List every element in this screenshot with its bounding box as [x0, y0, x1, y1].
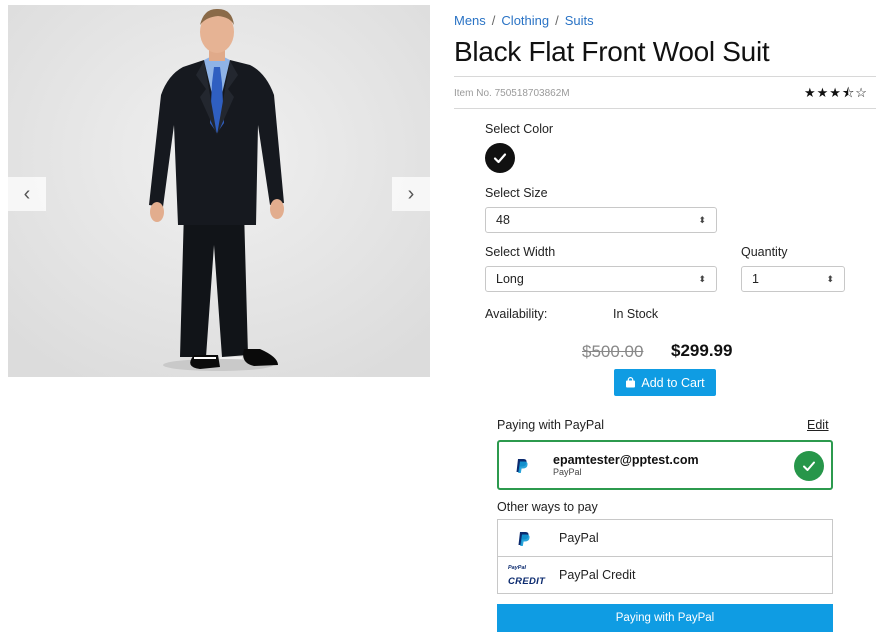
product-photo — [8, 5, 430, 377]
add-to-cart-button[interactable]: Add to Cart — [614, 369, 716, 396]
product-gallery: ‹ › — [8, 5, 430, 377]
pay-option-label: PayPal — [559, 531, 599, 545]
account-email: epamtester@pptest.com — [553, 453, 699, 467]
paying-with-paypal-label: Paying with PayPal — [615, 612, 715, 624]
check-icon — [493, 153, 507, 164]
color-swatch-black[interactable] — [485, 143, 515, 173]
account-method: PayPal — [553, 467, 582, 477]
paying-with-paypal-button[interactable]: Paying with PayPal — [497, 604, 833, 632]
pay-option-paypal[interactable]: PayPal — [497, 519, 833, 557]
item-number: Item No. 750518703862M — [454, 88, 570, 99]
shopping-bag-icon — [626, 377, 636, 388]
gallery-prev-button[interactable]: ‹ — [8, 177, 46, 211]
breadcrumb: Mens / Clothing / Suits — [454, 13, 594, 28]
other-ways-heading: Other ways to pay — [497, 500, 598, 514]
divider — [454, 108, 876, 109]
paying-with-heading: Paying with PayPal — [497, 418, 605, 432]
credit-logo-small: PayPal — [508, 565, 527, 571]
breadcrumb-link-suits[interactable]: Suits — [565, 13, 594, 28]
star-rating[interactable]: ★★★⯪☆ — [804, 84, 868, 106]
quantity-select-value: 1 — [752, 272, 759, 286]
quantity-label: Quantity — [741, 245, 788, 259]
paypal-logo-icon — [518, 532, 530, 546]
paypal-logo-icon — [516, 459, 528, 473]
credit-logo-big: CREDIT — [508, 575, 546, 587]
size-select-value: 48 — [496, 213, 510, 227]
breadcrumb-link-clothing[interactable]: Clothing — [501, 13, 549, 28]
product-title: Black Flat Front Wool Suit — [454, 36, 770, 67]
gallery-pagination — [194, 357, 242, 359]
select-color-label: Select Color — [485, 122, 554, 136]
divider — [454, 76, 876, 77]
select-arrows-icon: ⬍ — [698, 273, 706, 284]
original-price: $500.00 — [582, 342, 644, 361]
check-icon — [803, 461, 815, 471]
gallery-dot[interactable] — [194, 357, 216, 359]
sale-price: $299.99 — [671, 341, 733, 360]
add-to-cart-label: Add to Cart — [641, 375, 705, 390]
select-size-label: Select Size — [485, 186, 548, 200]
chevron-right-icon: › — [407, 182, 415, 205]
availability-label: Availability: — [485, 307, 548, 321]
breadcrumb-link-mens[interactable]: Mens — [454, 13, 486, 28]
breadcrumb-separator: / — [491, 13, 496, 28]
size-select[interactable]: 48 ⬍ — [485, 207, 717, 233]
quantity-select[interactable]: 1 ⬍ — [741, 266, 845, 292]
availability-value: In Stock — [613, 307, 659, 321]
chevron-left-icon: ‹ — [23, 182, 31, 205]
width-select-value: Long — [496, 272, 524, 286]
pay-option-paypal-credit[interactable]: PayPal CREDIT PayPal Credit — [497, 556, 833, 594]
gallery-next-button[interactable]: › — [392, 177, 430, 211]
gallery-dot[interactable] — [220, 357, 242, 359]
select-arrows-icon: ⬍ — [826, 273, 834, 284]
breadcrumb-separator: / — [555, 13, 559, 28]
pay-option-label: PayPal Credit — [559, 568, 636, 582]
width-select[interactable]: Long ⬍ — [485, 266, 717, 292]
selected-check-icon — [794, 451, 824, 481]
select-arrows-icon: ⬍ — [698, 214, 706, 225]
paypal-credit-logo-icon: PayPal CREDIT — [508, 565, 546, 588]
edit-payment-link[interactable]: Edit — [807, 418, 829, 432]
select-width-label: Select Width — [485, 245, 556, 259]
selected-paypal-account[interactable]: epamtester@pptest.com PayPal — [497, 440, 833, 490]
